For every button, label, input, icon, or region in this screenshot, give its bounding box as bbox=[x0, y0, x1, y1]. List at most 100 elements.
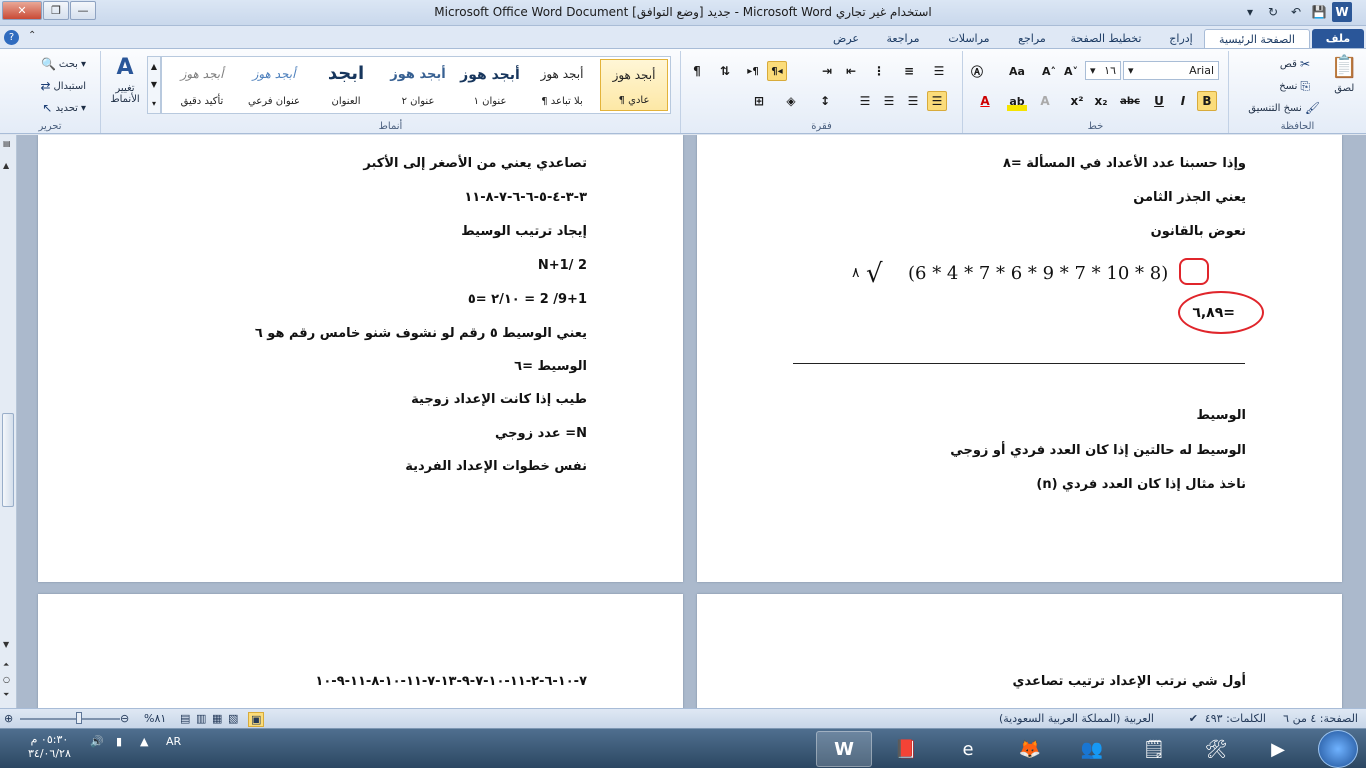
style-subtle-emphasis[interactable]: أبجد هوز تأكيد دقيق bbox=[168, 59, 236, 111]
shrink-font-icon[interactable]: A˅ bbox=[1061, 61, 1081, 81]
zoom-level[interactable]: %٨١ bbox=[144, 712, 166, 725]
highlight-icon[interactable]: ab bbox=[1007, 91, 1027, 111]
text-effects-icon[interactable]: A bbox=[1035, 91, 1055, 111]
page-right[interactable]: وإذا حسبنا عدد الأعداد في المسألة =٨ يعن… bbox=[697, 135, 1342, 582]
justify-icon[interactable]: ☰ bbox=[855, 91, 875, 111]
font-size-box[interactable]: ▾ ١٦ bbox=[1085, 61, 1121, 80]
style-heading-1[interactable]: أبجد هوز عنوان ١ bbox=[456, 59, 524, 111]
view-print-layout-icon[interactable]: ▣ bbox=[248, 712, 265, 727]
tab-references[interactable]: مراجع bbox=[1012, 29, 1052, 48]
page-right-next[interactable]: أول شي نرتب الإعداد ترتيب تصاعدي bbox=[697, 594, 1342, 708]
paste-button[interactable]: 📋 لصق bbox=[1331, 55, 1358, 94]
scroll-down-icon[interactable]: ▼ bbox=[3, 640, 9, 649]
minimize-ribbon-icon[interactable]: ⌃ bbox=[28, 30, 36, 41]
subscript-button[interactable]: x₂ bbox=[1091, 91, 1111, 111]
show-hidden-icons[interactable]: ▲ bbox=[140, 735, 148, 748]
superscript-button[interactable]: x² bbox=[1067, 91, 1087, 111]
style-title[interactable]: ابجد العنوان bbox=[312, 59, 380, 111]
zoom-out-icon[interactable]: ⊖ bbox=[120, 712, 129, 725]
zoom-in-icon[interactable]: ⊕ bbox=[4, 712, 13, 725]
help-icon[interactable]: ? bbox=[4, 30, 19, 45]
zoom-slider[interactable] bbox=[20, 718, 120, 720]
redo-icon[interactable]: ↻ bbox=[1263, 2, 1283, 22]
tab-view[interactable]: عرض bbox=[826, 29, 866, 48]
replace-button[interactable]: ⇄ استبدال bbox=[40, 79, 86, 93]
borders-icon[interactable]: ⊞ bbox=[749, 91, 769, 111]
style-normal[interactable]: أبجد هوز ¶ عادي bbox=[600, 59, 668, 111]
zoom-slider-thumb[interactable] bbox=[76, 712, 82, 724]
rtl-direction-icon[interactable]: ¶◂ bbox=[767, 61, 787, 81]
underline-button[interactable]: U bbox=[1149, 91, 1169, 111]
align-center-icon[interactable]: ☰ bbox=[903, 91, 923, 111]
show-marks-icon[interactable]: ¶ bbox=[687, 61, 707, 81]
view-draft-icon[interactable]: ▤ bbox=[180, 712, 190, 725]
volume-icon[interactable]: 🔊 bbox=[90, 735, 104, 748]
pdf-reader-icon[interactable]: 📕 bbox=[878, 731, 934, 767]
language-tray[interactable]: AR bbox=[166, 735, 181, 748]
word-taskbar-icon[interactable]: W bbox=[816, 731, 872, 767]
page-indicator[interactable]: الصفحة: ٤ من ٦ bbox=[1283, 712, 1358, 725]
page-left-next[interactable]: ٧-١٠-٦-٢-١١-١٠-٧-٩-١٣-٧-١١-١٠-٨-١١-٩-١٠ bbox=[38, 594, 683, 708]
tab-page-layout[interactable]: تخطيط الصفحة bbox=[1066, 29, 1146, 48]
sort-icon[interactable]: ⇅ bbox=[715, 61, 735, 81]
format-painter-button[interactable]: نسخ التنسيق 🖌 bbox=[1248, 101, 1320, 115]
next-page-icon[interactable]: ⏷ bbox=[3, 690, 9, 700]
styles-scroll[interactable]: ▲ ▼ ▾ bbox=[147, 56, 161, 114]
clock[interactable]: ٠٥:٣٠ م ٣٤/٠٦/٢٨ bbox=[28, 733, 71, 761]
grow-font-icon[interactable]: A˄ bbox=[1039, 61, 1059, 81]
tab-insert[interactable]: إدراج bbox=[1160, 29, 1202, 48]
style-heading-2[interactable]: أبجد هوز عنوان ٢ bbox=[384, 59, 452, 111]
decrease-indent-icon[interactable]: ⇤ bbox=[841, 61, 861, 81]
document-area[interactable]: ▤ ▲ ▼ ⏶ ○ ⏷ وإذا حسبنا عدد الأعداد في ال… bbox=[0, 135, 1366, 708]
bold-button[interactable]: B bbox=[1197, 91, 1217, 111]
bullets-icon[interactable]: ☰ bbox=[929, 61, 949, 81]
messenger-icon[interactable]: 👥 bbox=[1064, 731, 1120, 767]
cut-button[interactable]: قص ✂ bbox=[1280, 57, 1310, 71]
copy-button[interactable]: نسخ ⎘ bbox=[1279, 79, 1310, 94]
tab-file[interactable]: ملف bbox=[1312, 29, 1364, 48]
style-subtitle[interactable]: أبجد هوز عنوان فرعي bbox=[240, 59, 308, 111]
increase-indent-icon[interactable]: ⇥ bbox=[817, 61, 837, 81]
tools-icon[interactable]: 🛠 bbox=[1188, 731, 1244, 767]
page-left[interactable]: تصاعدي يعني من الأصغر إلى الأكبر ٣-٣-٤-٥… bbox=[38, 135, 683, 582]
tab-review[interactable]: مراجعة bbox=[878, 29, 928, 48]
align-right-icon[interactable]: ☰ bbox=[927, 91, 947, 111]
browse-object-icon[interactable]: ○ bbox=[3, 675, 10, 684]
align-left-icon[interactable]: ☰ bbox=[879, 91, 899, 111]
scrollbar-thumb[interactable] bbox=[2, 413, 14, 507]
previous-page-icon[interactable]: ⏶ bbox=[3, 660, 9, 670]
word-count[interactable]: الكلمات: ٤٩٣ bbox=[1205, 712, 1266, 725]
proofing-icon[interactable]: ✔ bbox=[1189, 712, 1198, 725]
font-name-box[interactable]: ▾ Arial bbox=[1123, 61, 1219, 80]
font-color-icon[interactable]: A bbox=[975, 91, 995, 111]
italic-button[interactable]: I bbox=[1173, 91, 1193, 111]
media-player-icon[interactable]: ▶ bbox=[1250, 731, 1306, 767]
battery-icon[interactable]: ▮ bbox=[116, 735, 122, 748]
select-button[interactable]: ↖ تحديد ▾ bbox=[42, 101, 86, 115]
find-button[interactable]: 🔍 بحث ▾ bbox=[41, 57, 86, 71]
view-outline-icon[interactable]: ▥ bbox=[196, 712, 206, 725]
strikethrough-button[interactable]: abc bbox=[1117, 91, 1143, 111]
ltr-direction-icon[interactable]: ▸¶ bbox=[743, 61, 763, 81]
language-indicator[interactable]: العربية (المملكة العربية السعودية) bbox=[999, 712, 1154, 725]
change-case-icon[interactable]: Aa bbox=[1003, 61, 1031, 81]
numbering-icon[interactable]: ≡ bbox=[899, 61, 919, 81]
ruler-toggle-icon[interactable]: ▤ bbox=[3, 139, 11, 148]
shading-icon[interactable]: ◈ bbox=[781, 91, 801, 111]
sticky-notes-icon[interactable]: 🗒 bbox=[1126, 731, 1182, 767]
start-button[interactable] bbox=[1318, 730, 1358, 768]
internet-explorer-icon[interactable]: e bbox=[940, 731, 996, 767]
word-app-icon[interactable]: W bbox=[1332, 2, 1352, 22]
line-spacing-icon[interactable]: ↕ bbox=[815, 91, 835, 111]
scroll-up-icon[interactable]: ▲ bbox=[3, 161, 9, 170]
style-no-spacing[interactable]: أبجد هوز ¶ بلا تباعد bbox=[528, 59, 596, 111]
firefox-icon[interactable]: 🦊 bbox=[1002, 731, 1058, 767]
change-styles-button[interactable]: A تغيير الأنماط bbox=[105, 55, 145, 105]
clear-formatting-icon[interactable]: Ⓐ bbox=[967, 61, 987, 81]
customize-qat-icon[interactable]: ▾ bbox=[1240, 2, 1260, 22]
tab-mailings[interactable]: مراسلات bbox=[940, 29, 998, 48]
view-reading-icon[interactable]: ▧ bbox=[228, 712, 238, 725]
save-icon[interactable]: 💾 bbox=[1309, 2, 1329, 22]
tab-home[interactable]: الصفحة الرئيسية bbox=[1204, 29, 1310, 48]
vertical-scrollbar[interactable]: ▤ ▲ ▼ ⏶ ○ ⏷ bbox=[0, 135, 17, 708]
